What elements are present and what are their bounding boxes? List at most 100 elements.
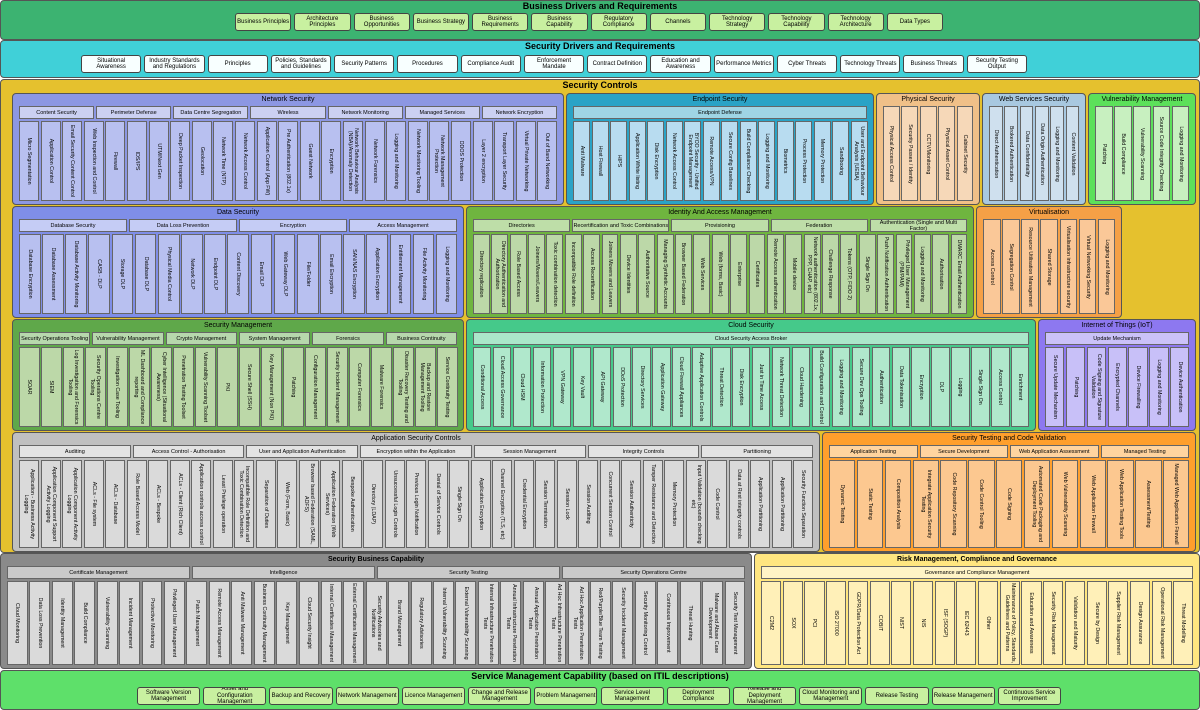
control-item-label: Security Function Separation xyxy=(800,469,807,538)
control-item-label: Application Control xyxy=(47,138,54,184)
control-item-label: Web Vulnerability Scanning xyxy=(1061,471,1068,537)
control-item-label: Web Gateway DLP xyxy=(281,251,288,297)
control-item: Shared Storage xyxy=(1040,219,1059,314)
service-management-item: Software Version Management xyxy=(137,687,201,705)
control-item: Cloud Hardening xyxy=(791,347,811,427)
security-drivers-item: Enforcement Mandate xyxy=(523,55,585,73)
control-item: Memory Protection xyxy=(664,460,685,548)
control-item-label: Internal Infrastructure Penetration Test… xyxy=(482,583,495,663)
control-item: ACLs - Client (Rich Client) xyxy=(169,460,190,548)
group-label: Web Application Assessment xyxy=(1010,445,1099,458)
control-item-label: Session Termination xyxy=(542,480,549,528)
control-item: Brand Management xyxy=(388,581,410,665)
control-item-label: Certificates xyxy=(753,260,760,288)
service-management-item: Licence Management xyxy=(401,687,466,705)
control-item-label: Logging and Monitoring xyxy=(763,133,770,189)
control-item: Toxic combination detection xyxy=(546,234,564,314)
control-item: Cloud Security Insight xyxy=(298,581,320,665)
control-item: Security Test Management xyxy=(724,581,746,665)
control-item-label: Application Encryption xyxy=(374,247,381,301)
control-item-label: Other xyxy=(985,616,992,630)
control-item-label: Logging and Monitoring xyxy=(837,359,844,415)
control-item: Session Auditing xyxy=(578,460,599,548)
control-item-label: Ad Hoc Infrastructure Penetration Tests xyxy=(549,583,562,663)
control-item-label: Network Threat Detection xyxy=(778,357,785,417)
control-item: Threat Modelling xyxy=(1173,581,1194,665)
control-item-label: Regulatory Advisories xyxy=(418,597,425,649)
control-item-label: Disk Encryption xyxy=(738,368,745,406)
control-item: Internal Vulnerability Scanning xyxy=(433,581,454,665)
control-item-label: Process Protection xyxy=(800,138,807,184)
control-item-label: DDOS Protection xyxy=(458,140,465,182)
control-item: IDS/IPS xyxy=(127,121,148,201)
control-item-label: Code Control Tooling xyxy=(978,479,985,529)
control-item: Vulnerability Scanning Toolset xyxy=(195,347,216,427)
control-item-label: Build Configuration and Control xyxy=(817,350,824,424)
control-item-label: Internal Certificates Management xyxy=(328,583,335,663)
group-label: Cloud Security Access Broker xyxy=(473,332,1029,345)
security-drivers-item: Contract Definition xyxy=(587,55,648,73)
control-item: Previous Login Notification xyxy=(406,460,427,548)
control-item-label: User and Endpoint Behaviour Analysis (UE… xyxy=(853,126,865,196)
group-label: Access Management xyxy=(349,219,457,232)
control-item: Logging xyxy=(951,347,970,427)
control-item-label: Out of Band Networking xyxy=(544,132,551,190)
control-item: Incompatible Role Definition and Toxic C… xyxy=(234,460,255,548)
security-drivers-title: Security Drivers and Requirements xyxy=(524,41,676,51)
control-item-label: Cloud Firewall Appliances xyxy=(678,356,685,418)
control-item: DDOS Protection xyxy=(451,121,472,201)
group-label: Authentication (Single and Multi Factor) xyxy=(869,219,967,232)
control-item: Application Component Support Activity L… xyxy=(40,460,61,548)
control-item-label: Education and Awareness xyxy=(1028,592,1035,654)
control-item: Encrypted Channels xyxy=(1107,347,1127,427)
control-item: Cloud HSM xyxy=(512,347,532,427)
control-item-label: External Certificates Management xyxy=(350,583,357,663)
control-item: Network Monitoring Tooling xyxy=(407,121,428,201)
control-item-label: Data Confidentiality xyxy=(1023,130,1030,177)
security-testing-and-code-validation-section: Security Testing and Code Validation Appl… xyxy=(822,432,1196,552)
control-item-label: Patching xyxy=(290,376,297,398)
control-item-label: Pre Authentication (802.1x) xyxy=(285,129,292,193)
control-item-label: Cloud HSM xyxy=(519,373,526,401)
service-management-item: Service Level Management xyxy=(600,687,664,705)
control-item: Content Discovery xyxy=(227,234,250,314)
group-label: Network Monitoring xyxy=(327,106,403,119)
control-item-label: Privileged User Management (PIM/PAM) xyxy=(897,239,910,309)
control-item: Patching xyxy=(1065,347,1086,427)
control-item: Internal Certificates Management xyxy=(320,581,342,665)
control-item: Web Vulnerability Scanning xyxy=(1051,460,1079,548)
control-item-label: Vulnerability Scanning Toolset xyxy=(202,351,209,423)
control-item: Automated Code Packaging and Deployment … xyxy=(1023,460,1051,548)
business-drivers-item: Data Types xyxy=(886,13,943,31)
control-item-label: Database Encryption xyxy=(26,249,33,299)
business-drivers-item: Technology Capability xyxy=(768,13,825,31)
control-item: Web Gateway DLP xyxy=(273,234,296,314)
control-item-label: Bespoke Authentication xyxy=(348,476,355,532)
control-item-label: Build Compliance xyxy=(81,602,88,644)
security-management-section: Security Management Security Operations T… xyxy=(12,319,464,431)
control-item-label: Layer 2 encryption xyxy=(479,139,486,183)
control-item: Segregation Control xyxy=(1002,219,1020,314)
control-item: Annual Infrastructure Penetration Tests xyxy=(500,581,522,665)
control-item: ACLs - Bespoke xyxy=(148,460,169,548)
control-item-label: Patching xyxy=(1072,376,1079,398)
control-item: Host Firewall xyxy=(591,121,609,201)
control-item: Logging and Monitoring xyxy=(831,347,851,427)
control-item: Device Authentication xyxy=(1170,347,1190,427)
control-item: Concurrent Session Control xyxy=(599,460,620,548)
control-item: Data at Rest integrity controls xyxy=(728,460,749,548)
control-item: PCI xyxy=(804,581,825,665)
service-management-item: Asset and Configuration Management xyxy=(203,687,267,705)
control-item-label: Vulnerability Scanning xyxy=(1139,127,1146,180)
security-testing-and-code-validation-title: Security Testing and Code Validation xyxy=(952,435,1066,442)
control-item-label: Access Control xyxy=(997,369,1004,405)
control-item: Credential Encryption xyxy=(513,460,534,548)
control-item-label: Disk Encryption xyxy=(652,142,659,180)
control-item-label: Database DLP xyxy=(142,256,149,292)
control-item-label: Operational Risk Management xyxy=(1158,587,1165,659)
control-item: Application controls access control xyxy=(191,460,212,548)
control-item: Threat Detection xyxy=(712,347,731,427)
control-item: Vulnerability Scanning xyxy=(96,581,118,665)
business-drivers-title: Business Drivers and Requirements xyxy=(522,1,678,11)
control-item-label: HIPS xyxy=(615,154,622,168)
